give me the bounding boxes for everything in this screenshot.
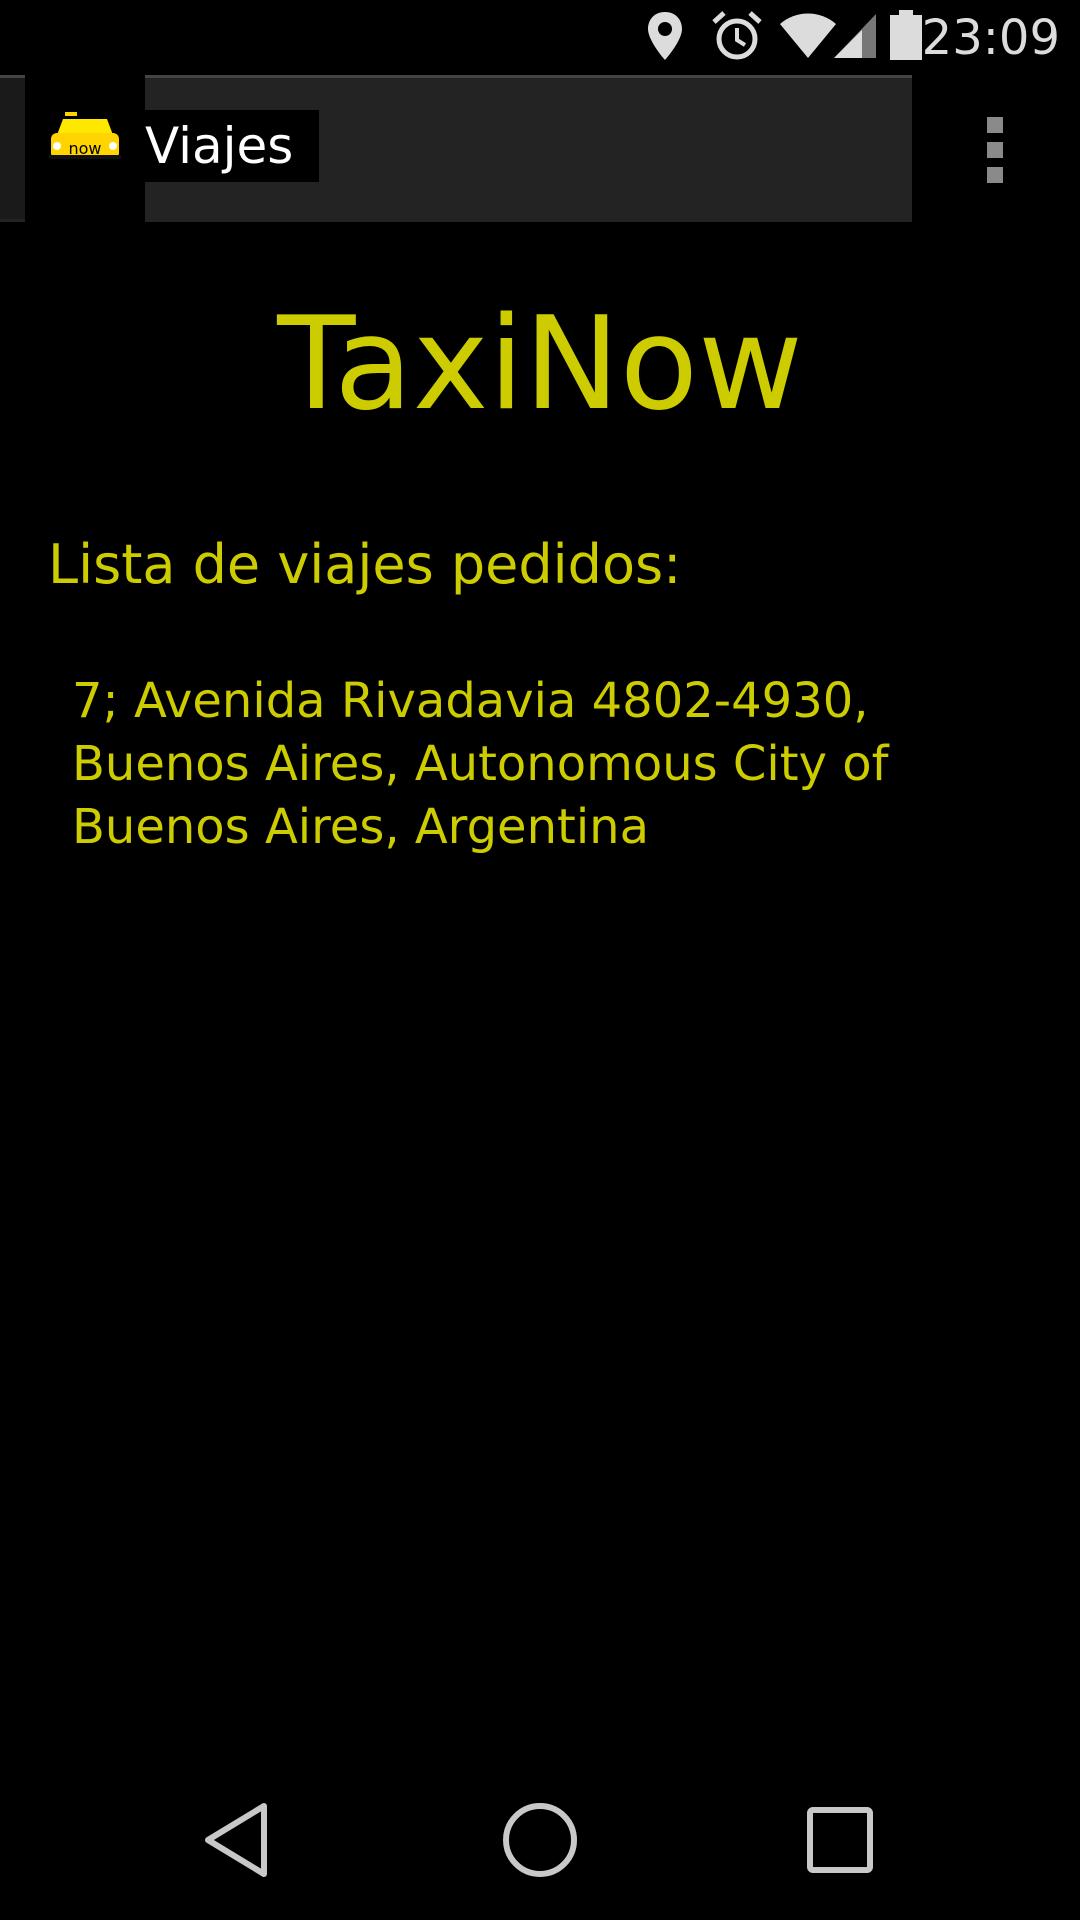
location-icon — [645, 10, 685, 67]
screen: 23:09 now Viajes TaxiNow Lista de viajes… — [0, 0, 1080, 1920]
action-bar-edge — [0, 78, 25, 219]
status-time: 23:09 — [921, 10, 1060, 66]
app-title: Viajes — [145, 117, 294, 175]
app-title-box: Viajes — [145, 110, 320, 182]
home-icon[interactable] — [500, 1800, 580, 1885]
alarm-icon — [710, 10, 764, 67]
brand-title: TaxiNow — [277, 290, 803, 439]
back-icon[interactable] — [200, 1800, 272, 1885]
trip-list-item[interactable]: 7; Avenida Rivadavia 4802-4930, Buenos A… — [72, 670, 972, 859]
overflow-menu-icon[interactable] — [970, 105, 1022, 195]
logo-text: now — [68, 139, 101, 158]
navigation-bar — [0, 1775, 1080, 1920]
status-bar: 23:09 — [0, 0, 1080, 75]
taxi-now-logo-icon[interactable]: now — [25, 75, 145, 222]
signal-icon — [832, 10, 878, 65]
wifi-icon — [778, 10, 838, 65]
recents-icon[interactable] — [804, 1800, 876, 1885]
list-heading: Lista de viajes pedidos: — [48, 533, 682, 596]
battery-icon — [890, 10, 922, 65]
